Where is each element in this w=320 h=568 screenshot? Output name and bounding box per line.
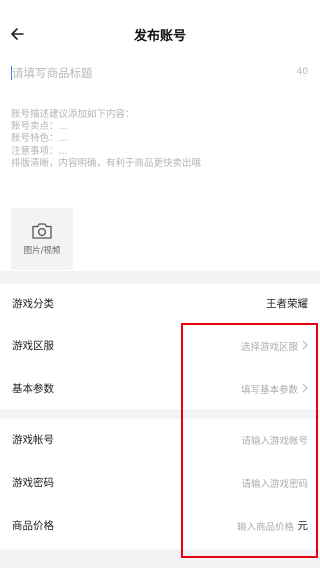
row-label: 游戏密码 [12,477,54,489]
row-game-category[interactable]: 游戏分类 王者荣耀 [0,284,320,324]
game-category-value: 王者荣耀 [266,298,308,310]
title-input-row: 40 [0,62,320,84]
row-label: 游戏分类 [12,298,54,310]
highlight-box [181,323,318,558]
description-line: 账号卖点：... [11,121,68,133]
row-label: 游戏帐号 [12,434,54,446]
header: 发布账号 [0,20,320,50]
top-card: 发布账号 40 账号描述建议添加如下内容： 账号卖点：... 账号特色：... … [0,0,320,271]
upload-label: 图片/视频 [23,246,61,256]
description-line: 注意事项：... [11,145,68,157]
char-counter: 40 [296,67,308,77]
page-title: 发布账号 [133,29,186,44]
description-line: 账号特色：... [11,133,68,145]
camera-icon [32,223,52,239]
description-line: 账号描述建议添加如下内容： [11,109,135,120]
row-label: 游戏区服 [12,340,54,352]
description-textarea[interactable]: 账号描述建议添加如下内容： 账号卖点：... 账号特色：... 注意事项：...… [11,109,301,170]
title-input[interactable] [12,62,272,84]
row-label: 基本参数 [12,383,54,395]
upload-media-button[interactable]: 图片/视频 [11,208,73,270]
row-label: 商品价格 [12,520,54,532]
description-line: 排版清晰，内容明确，有利于商品更快卖出哦 [11,157,202,169]
